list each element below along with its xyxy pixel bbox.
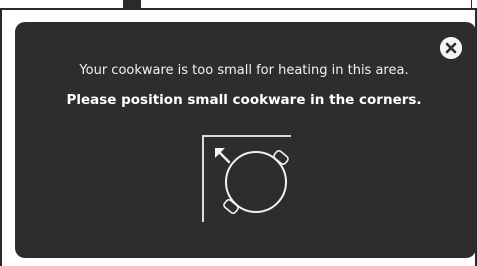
pan-icon — [223, 149, 289, 215]
cookware-warning-dialog: Your cookware is too small for heating i… — [15, 22, 476, 258]
left-border — [0, 8, 2, 266]
close-icon — [440, 37, 462, 59]
top-stub — [471, 0, 472, 9]
instruction-message: Please position small cookware in the co… — [66, 92, 422, 108]
top-border — [0, 8, 477, 10]
arrow-up-left-icon — [215, 148, 231, 164]
screen: Your cookware is too small for heating i… — [0, 0, 477, 266]
top-marker — [123, 0, 141, 10]
corner-placement-illustration — [199, 132, 295, 228]
close-button[interactable] — [440, 37, 462, 59]
corner-pan-icon — [202, 135, 291, 222]
warning-message: Your cookware is too small for heating i… — [79, 63, 409, 78]
